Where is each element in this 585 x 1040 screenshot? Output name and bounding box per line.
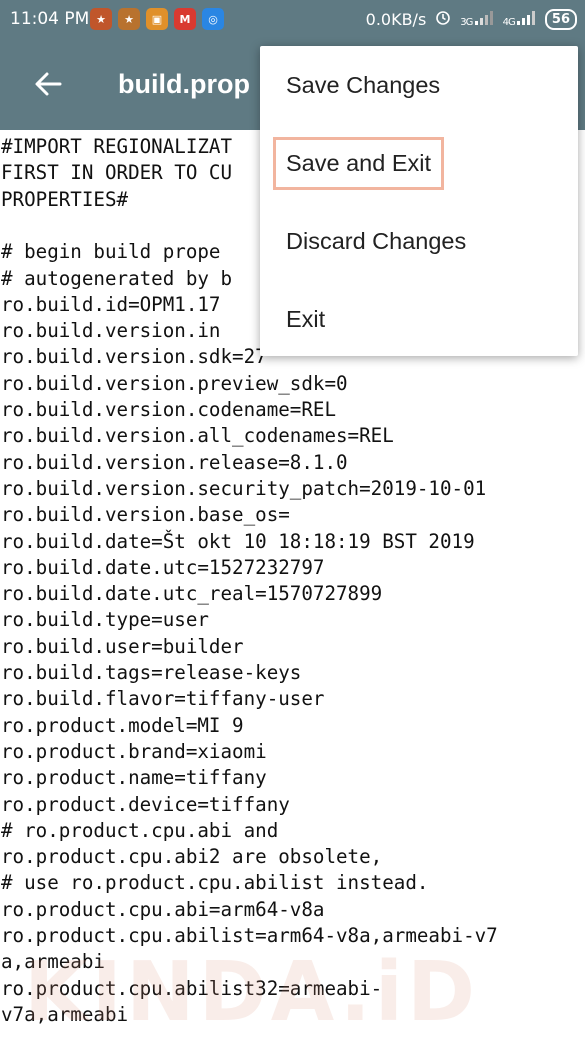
signal-icon-2: 4G [502,10,537,28]
text-line: ro.product.cpu.abi2 are obsolete, [1,845,383,869]
menu-exit[interactable]: Exit [260,280,578,358]
text-line: ro.product.cpu.abilist=arm64-v8a,armeabi… [1,924,498,947]
menu-save-changes[interactable]: Save Changes [260,46,578,124]
text-line: a,armeabi [1,950,105,974]
gmail-icon: M [174,8,196,30]
text-line: ro.build.date.utc_real=1570727899 [1,582,383,606]
text-line: # use ro.product.cpu.abilist instead. [1,871,429,895]
text-line: ro.build.version.codename=REL [1,398,337,421]
text-line: ro.product.model=MI 9 [1,713,244,737]
text-line: ro.build.version.sdk=27 [1,345,267,369]
text-line: ro.build.version.security_patch=2019-10-… [1,476,487,500]
text-line: PROPERTIES# [1,187,129,211]
text-line: FIRST IN ORDER TO CU [1,161,233,185]
notification-icons: ★ ★ ▣ M ◎ [90,8,224,30]
menu-item-label: Save and Exit [272,136,445,190]
text-line: ro.build.version.all_codenames=REL [1,424,394,448]
menu-item-label: Save Changes [286,71,441,98]
status-indicators: 0.0KB/s 3G 4G 56 [366,8,577,30]
menu-item-label: Exit [286,305,326,332]
menu-save-and-exit[interactable]: Save and Exit [260,124,578,202]
text-line: ro.build.version.in [1,319,221,343]
page-title: build.prop [118,69,250,99]
text-line: # begin build prope [1,240,221,264]
game-app-icon-2: ★ [118,8,140,30]
text-line: ro.build.version.base_os= [1,503,290,527]
net-type-2: 4G [502,16,516,28]
net-type-1: 3G [460,16,473,28]
text-line: ro.product.device=tiffany [1,792,290,816]
text-line: ro.product.cpu.abi=arm64-v8a [1,897,325,921]
menu-discard-changes[interactable]: Discard Changes [260,202,578,280]
text-line: ro.product.cpu.abilist32=armeabi- [1,976,383,1000]
text-line: ro.product.brand=xiaomi [1,739,267,763]
menu-item-label: Discard Changes [286,227,467,254]
game-app-icon: ★ [90,8,112,30]
status-time: 11:04 PM [10,9,90,29]
signal-icon: 3G [460,10,494,28]
text-line: v7a,armeabi [1,1002,129,1026]
battery-icon: 56 [544,8,577,30]
text-line: ro.build.date.utc=1527232797 [1,555,325,579]
text-line: # ro.product.cpu.abi and [1,818,279,842]
text-line: # autogenerated by b [1,266,233,290]
net-speed: 0.0KB/s [365,9,427,29]
text-line: ro.build.version.release=8.1.0 [1,450,348,474]
alarm-icon [434,8,452,30]
text-line: ro.build.user=builder [1,634,244,658]
status-bar: 11:04 PM ★ ★ ▣ M ◎ 0.0KB/s 3G 4G 56 [0,0,585,40]
text-line: ro.build.type=user [1,608,209,632]
text-line: ro.build.flavor=tiffany-user [1,687,325,711]
overflow-menu: Save Changes Save and Exit Discard Changes… [260,46,578,356]
text-line: #IMPORT REGIONALIZAT [1,135,233,158]
text-line: ro.build.id=OPM1.17 [1,292,221,316]
text-line: ro.build.date=Št okt 10 18:18:19 BST 201… [1,529,475,553]
text-line: ro.product.name=tiffany [1,766,267,790]
calendar-app-icon: ▣ [146,8,168,30]
back-button[interactable] [28,64,68,104]
text-line: ro.build.version.preview_sdk=0 [1,371,348,395]
text-line: ro.build.tags=release-keys [1,661,302,684]
arrow-left-icon [35,72,62,96]
blue-app-icon: ◎ [202,8,224,30]
